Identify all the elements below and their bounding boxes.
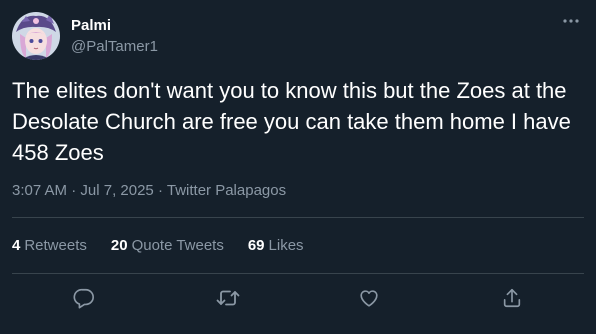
like-button[interactable] [355, 284, 383, 312]
retweets-label: Retweets [24, 237, 87, 254]
retweet-button[interactable] [214, 284, 242, 312]
display-name[interactable]: Palmi [71, 16, 111, 36]
tweet-time[interactable]: 3:07 AM [12, 182, 67, 199]
tweet-text: The elites don't want you to know this b… [12, 78, 571, 165]
share-icon [503, 288, 521, 308]
divider [12, 273, 584, 274]
meta-separator: · [157, 182, 163, 199]
more-icon [563, 19, 579, 23]
quote-tweets-count: 20 [110, 237, 128, 254]
retweets-count: 4 [12, 237, 21, 254]
reply-icon [73, 288, 94, 309]
tweet-stats: 4 Retweets 20 Quote Tweets 69 Likes [12, 236, 304, 256]
action-bar [0, 284, 596, 312]
retweet-icon [216, 290, 240, 306]
likes-count: 69 [247, 237, 265, 254]
tweet-meta: 3:07 AM · Jul 7, 2025 · Twitter Palapago… [12, 181, 286, 201]
more-options-button[interactable] [558, 10, 584, 32]
user-handle[interactable]: @PalTamer1 [71, 37, 158, 57]
retweets-stat[interactable]: 4 Retweets [12, 236, 87, 256]
tweet-card: Palmi @PalTamer1 The elites don't want y… [0, 0, 596, 334]
heart-icon [360, 290, 378, 307]
tweet-date[interactable]: Jul 7, 2025 [80, 182, 153, 199]
likes-label: Likes [268, 237, 304, 254]
likes-stat[interactable]: 69 Likes [248, 236, 304, 256]
share-button[interactable] [498, 284, 526, 312]
avatar[interactable] [12, 12, 60, 60]
reply-button[interactable] [70, 284, 98, 312]
quote-tweets-stat[interactable]: 20 Quote Tweets [111, 236, 224, 256]
avatar-image [12, 12, 60, 60]
divider [12, 217, 584, 218]
quote-tweets-label: Quote Tweets [131, 237, 224, 254]
tweet-source[interactable]: Twitter Palapagos [167, 182, 286, 199]
meta-separator: · [71, 182, 77, 199]
